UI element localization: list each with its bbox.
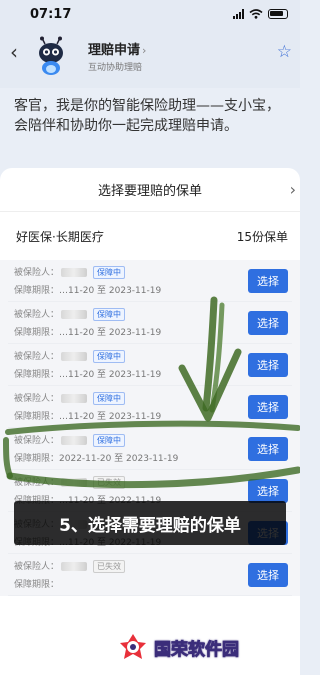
watermark-logo-icon xyxy=(120,634,146,659)
page-title-text: 理赔申请 xyxy=(88,43,141,58)
redacted-name xyxy=(61,310,88,319)
insured-line: 被保险人： 保障中 xyxy=(14,433,178,447)
assistant-message: 客官，我是你的智能保险助理——支小宝，会陪伴和协助你一起完成理赔申请。 xyxy=(0,88,300,168)
policy-list: 被保险人： 保障中 保障期限：…11-20 至 2023-11-19 选择 被保险人：保… xyxy=(0,260,300,596)
policy-info: 被保险人： 已失效保障期限： xyxy=(14,559,126,590)
insured-label: 被保险人： xyxy=(14,562,60,572)
select-button[interactable]: 选择 xyxy=(248,310,288,335)
redacted-name xyxy=(61,562,88,571)
insured-label: 被保险人： xyxy=(14,436,60,446)
insured-line: 被保险人： 保障中 xyxy=(14,265,161,279)
wifi-icon xyxy=(249,9,263,19)
status-badge: 保障中 xyxy=(93,308,126,321)
policy-info: 被保险人： 保障中保障期限：…11-20 至 2023-11-19 xyxy=(14,349,161,380)
status-icons xyxy=(233,9,288,19)
status-badge: 已失效 xyxy=(93,560,126,573)
period-label: 保障期限： xyxy=(14,454,60,464)
status-badge: 保障中 xyxy=(93,350,126,363)
select-button[interactable]: 选择 xyxy=(248,394,288,419)
policy-row: 被保险人： 保障中保障期限：…11-20 至 2023-11-19 选择 xyxy=(8,302,292,344)
insured-label: 被保险人： xyxy=(14,394,60,404)
policy-row: 被保险人： 保障中保障期限：…11-20 至 2023-11-19 选择 xyxy=(8,344,292,386)
status-time: 07:17 xyxy=(30,7,72,22)
period-label: 保障期限： xyxy=(14,412,60,422)
insured-label: 被保险人： xyxy=(14,268,60,278)
policy-info: 被保险人： 保障中保障期限：…11-20 至 2023-11-19 xyxy=(14,391,161,422)
period-label: 保障期限： xyxy=(14,370,60,380)
redacted-name xyxy=(61,394,88,403)
select-button[interactable]: 选择 xyxy=(248,562,288,587)
status-badge: 保障中 xyxy=(93,266,126,279)
period-line: 保障期限： xyxy=(14,577,125,590)
insured-label: 被保险人： xyxy=(14,478,60,488)
redacted-name xyxy=(61,436,88,445)
policy-row: 被保险人： 保障中保障期限：…11-20 至 2023-11-19 选择 xyxy=(8,260,292,302)
insured-line: 被保险人： 已失效 xyxy=(14,559,126,573)
insured-line: 被保险人： 已失效 xyxy=(14,475,161,489)
policy-select-sheet: 选择要理赔的保单 › 好医保·长期医疗 15份保单 被保险人： 保障中 保障期限：…… xyxy=(0,168,300,675)
policy-info: 被保险人： 保障中保障期限：…11-20 至 2023-11-19 xyxy=(14,307,161,338)
sheet-title: 选择要理赔的保单 xyxy=(97,184,202,199)
insured-line: 被保险人： 保障中 xyxy=(14,349,161,363)
period-value: …11-20 至 2023-11-19 xyxy=(59,328,162,338)
period-label: 保障期限： xyxy=(14,286,60,296)
status-badge: 保障中 xyxy=(93,434,126,447)
period-label: 保障期限： xyxy=(14,580,60,590)
insured-label: 被保险人： xyxy=(14,352,60,362)
tutorial-caption: 5、选择需要理赔的保单 xyxy=(14,501,286,545)
period-line: 保障期限：…11-20 至 2023-11-19 xyxy=(14,409,161,422)
star-outline-icon[interactable]: ☆ xyxy=(277,42,292,62)
site-watermark: 国荣软件园 xyxy=(118,632,239,662)
redacted-name xyxy=(61,268,88,277)
back-chevron-icon[interactable]: ‹ xyxy=(10,40,18,64)
period-line: 保障期限：…11-20 至 2023-11-19 xyxy=(14,367,161,380)
period-label: 保障期限： xyxy=(14,328,60,338)
signal-icon xyxy=(233,9,244,19)
battery-icon xyxy=(268,9,288,19)
select-button[interactable]: 选择 xyxy=(248,436,288,461)
redacted-name xyxy=(61,478,88,487)
policy-row: 被保险人： 已失效保障期限： 选择 xyxy=(8,554,292,596)
policy-info: 被保险人： 保障中保障期限：2022-11-20 至 2023-11-19 xyxy=(14,433,178,464)
select-button[interactable]: 选择 xyxy=(248,478,288,503)
product-name: 好医保·长期医疗 xyxy=(16,229,104,244)
policy-row: 被保险人： 保障中保障期限：…11-20 至 2023-11-19 选择 xyxy=(8,386,292,428)
insured-line: 被保险人： 保障中 xyxy=(14,307,161,321)
status-badge: 保障中 xyxy=(93,392,126,405)
page-title[interactable]: 理赔申请 › xyxy=(88,39,146,58)
period-line: 保障期限：…11-20 至 2023-11-19 xyxy=(14,283,161,296)
policy-row: 被保险人： 保障中保障期限：2022-11-20 至 2023-11-19 选择 xyxy=(8,428,292,470)
chevron-right-icon[interactable]: › xyxy=(290,180,296,199)
app-header: ‹ 理赔申请 › 互动协助理赔 ☆ xyxy=(0,30,300,88)
watermark-text: 国荣软件园 xyxy=(154,639,240,660)
period-value: …11-20 至 2023-11-19 xyxy=(59,286,162,296)
assistant-avatar xyxy=(39,36,63,75)
period-value: 2022-11-20 至 2023-11-19 xyxy=(59,454,179,464)
period-value: …11-20 至 2023-11-19 xyxy=(59,370,162,380)
title-chevron-icon: › xyxy=(142,44,147,57)
policy-info: 被保险人： 保障中保障期限：…11-20 至 2023-11-19 xyxy=(14,265,161,296)
sheet-header: 选择要理赔的保单 › xyxy=(0,168,300,212)
period-line: 保障期限：2022-11-20 至 2023-11-19 xyxy=(14,451,178,464)
status-badge: 已失效 xyxy=(93,476,126,489)
select-button[interactable]: 选择 xyxy=(248,268,288,293)
insured-line: 被保险人： 保障中 xyxy=(14,391,161,405)
period-value: …11-20 至 2023-11-19 xyxy=(59,412,162,422)
product-header: 好医保·长期医疗 15份保单 xyxy=(0,212,300,260)
select-button[interactable]: 选择 xyxy=(248,352,288,377)
page-subtitle: 互动协助理赔 xyxy=(88,63,143,73)
period-line: 保障期限：…11-20 至 2023-11-19 xyxy=(14,325,161,338)
insured-label: 被保险人： xyxy=(14,310,60,320)
redacted-name xyxy=(61,352,88,361)
policy-count: 15份保单 xyxy=(236,229,288,244)
status-bar: 07:17 xyxy=(0,0,300,30)
